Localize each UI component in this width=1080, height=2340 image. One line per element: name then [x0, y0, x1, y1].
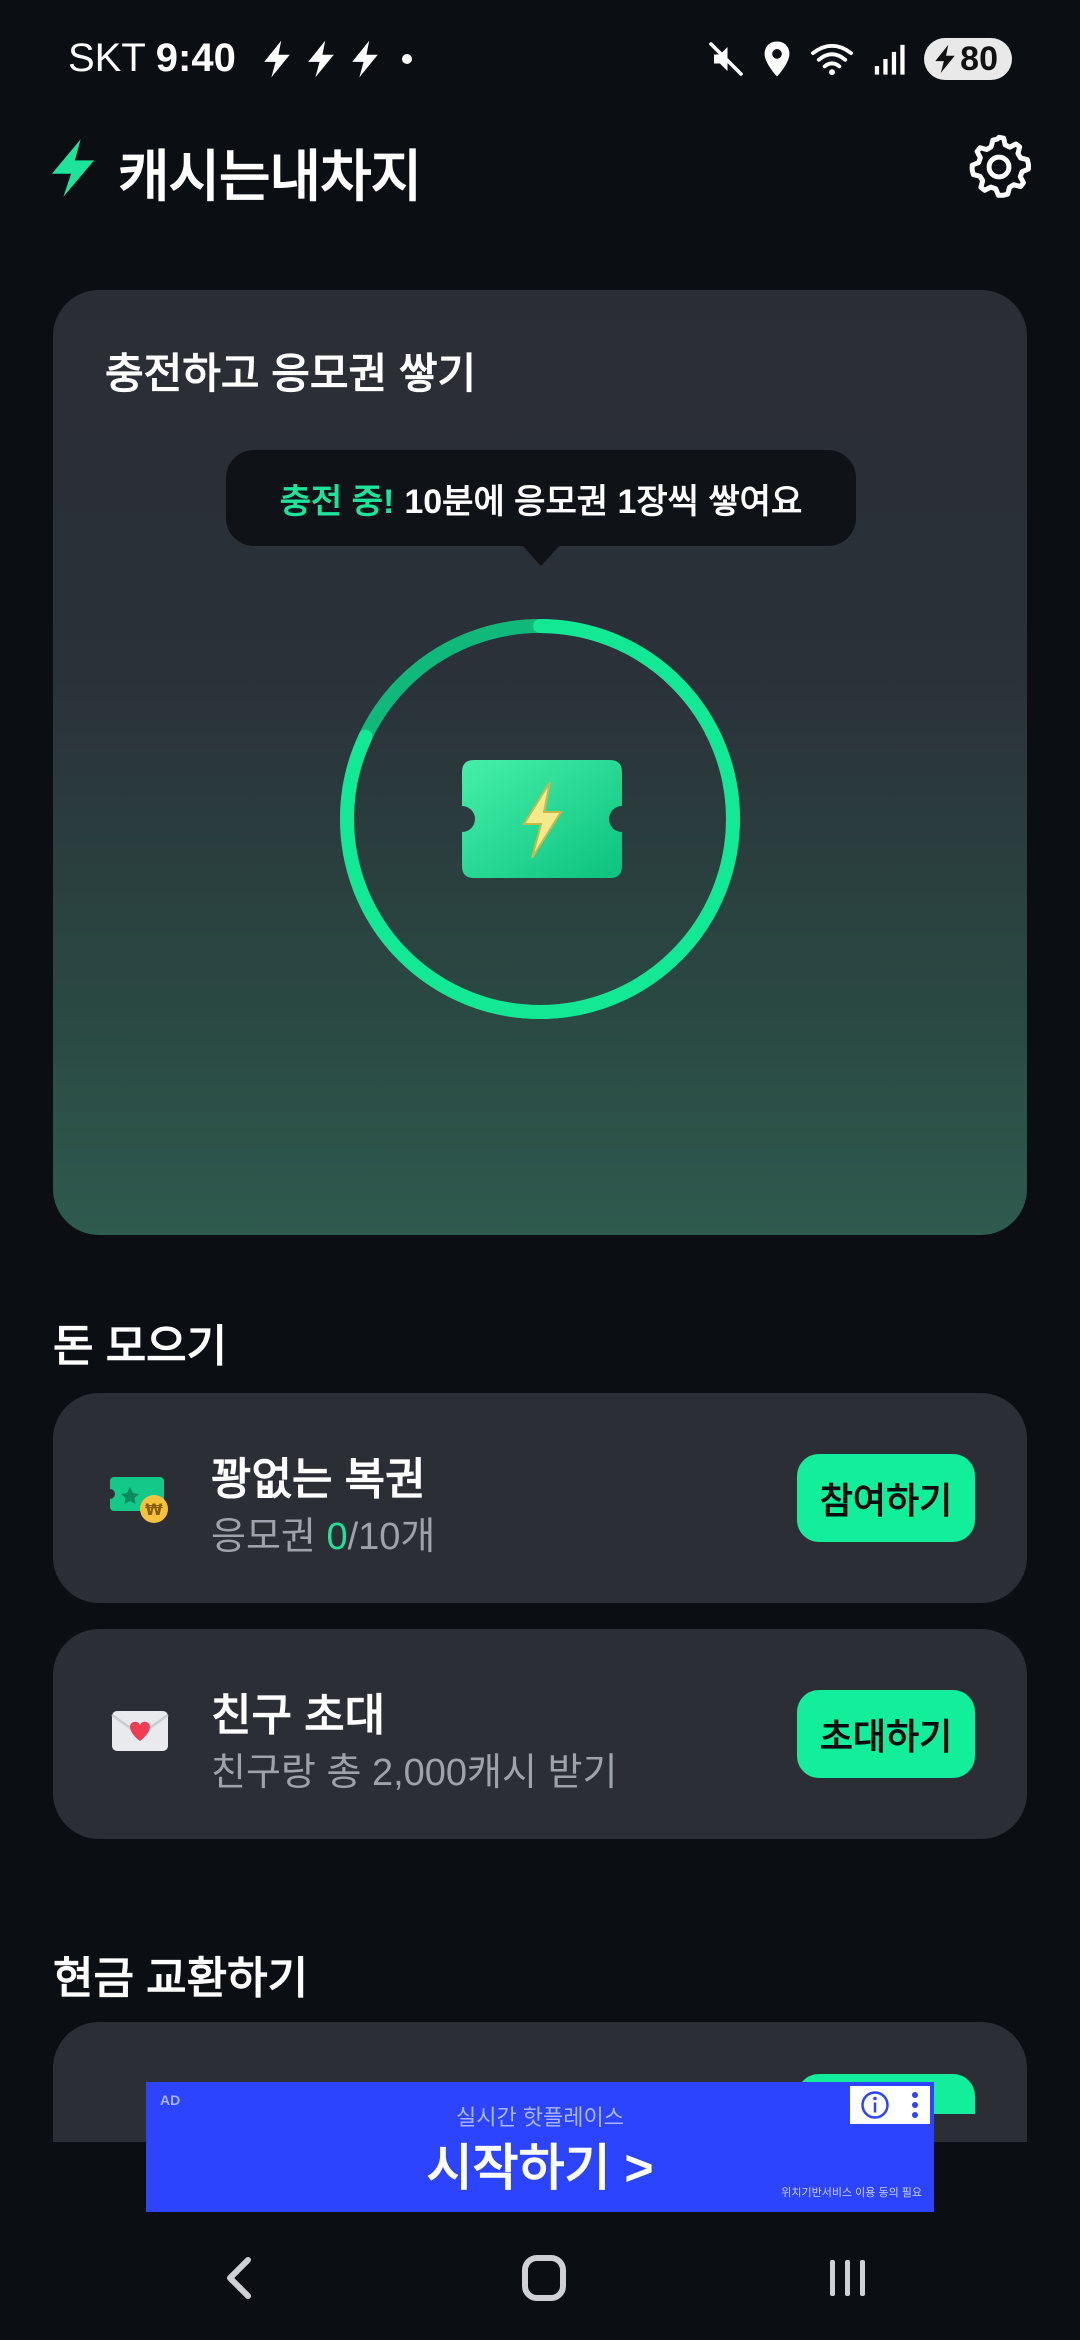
- earn-section-title: 돈 모으기: [53, 1322, 228, 1371]
- battery-charging-icon: [935, 44, 955, 74]
- charging-tooltip: 충전 중! 10분에 응모권 1장씩 쌓여요: [226, 450, 856, 566]
- lottery-sub-suffix: /10개: [347, 1516, 436, 1558]
- system-nav-bar: [0, 2220, 1080, 2340]
- clock: 9:40: [155, 36, 236, 80]
- home-icon[interactable]: [509, 2248, 579, 2308]
- info-icon[interactable]: [860, 2090, 890, 2120]
- lottery-sub-prefix: 응모권: [211, 1516, 327, 1558]
- signal-icon: [875, 44, 905, 75]
- bolt-logo-icon: [51, 139, 95, 197]
- ad-banner[interactable]: AD 실시간 핫플레이스 시작하기 > 위치기반서비스 이용 동의 필요: [146, 2082, 934, 2212]
- invite-subtitle: 친구랑 총 2,000캐시 받기: [211, 1752, 618, 1794]
- kebab-menu-icon[interactable]: [909, 2090, 921, 2120]
- svg-text:₩: ₩: [145, 1500, 163, 1519]
- notification-dot: [401, 53, 412, 64]
- ad-info-box[interactable]: [850, 2086, 930, 2124]
- ticket-count: 0: [326, 1516, 348, 1558]
- join-lottery-button[interactable]: 참여하기: [797, 1454, 975, 1542]
- lottery-title: 꽝없는 복권: [211, 1455, 426, 1504]
- recents-icon[interactable]: [813, 2248, 883, 2308]
- bolt-icon: [352, 40, 378, 77]
- status-right: 80: [708, 38, 1012, 80]
- invite-card[interactable]: 친구 초대 친구랑 총 2,000캐시 받기 초대하기: [53, 1629, 1027, 1839]
- wifi-icon: [811, 43, 854, 76]
- invite-title: 친구 초대: [211, 1691, 386, 1740]
- gear-icon[interactable]: [964, 132, 1034, 202]
- bolt-icon: [264, 40, 290, 77]
- lottery-ticket-icon: ₩: [108, 1477, 168, 1523]
- battery-indicator: 80: [924, 38, 1012, 80]
- invite-friends-button[interactable]: 초대하기: [797, 1690, 975, 1778]
- bolt-icon: [308, 40, 334, 77]
- charging-status: 충전 중!: [279, 482, 395, 521]
- app-header: 캐시는내차지: [0, 128, 1080, 208]
- exchange-section-title: 현금 교환하기: [53, 1954, 309, 2003]
- lottery-card[interactable]: ₩ 꽝없는 복권 응모권 0/10개 참여하기: [53, 1393, 1027, 1603]
- status-left: SKT 9:40: [68, 36, 412, 81]
- carrier-label: SKT: [68, 36, 146, 80]
- battery-level: 80: [960, 39, 998, 78]
- location-icon: [764, 41, 790, 77]
- app-title: 캐시는내차지: [118, 145, 422, 208]
- charge-card: 충전하고 응모권 쌓기 충전 중! 10분에 응모권 1장씩 쌓여요: [53, 290, 1027, 1235]
- back-chevron-icon[interactable]: [206, 2248, 276, 2308]
- lottery-subtitle: 응모권 0/10개: [211, 1505, 435, 1560]
- envelope-heart-icon: [111, 1711, 169, 1751]
- status-bar: SKT 9:40 80: [0, 0, 1080, 120]
- charge-card-title: 충전하고 응모권 쌓기: [105, 350, 477, 397]
- mute-icon: [709, 42, 743, 76]
- lightning-ticket-icon: [462, 760, 622, 878]
- ad-fine-print: 위치기반서비스 이용 동의 필요: [781, 2187, 922, 2199]
- charging-description: 10분에 응모권 1장씩 쌓여요: [404, 482, 803, 521]
